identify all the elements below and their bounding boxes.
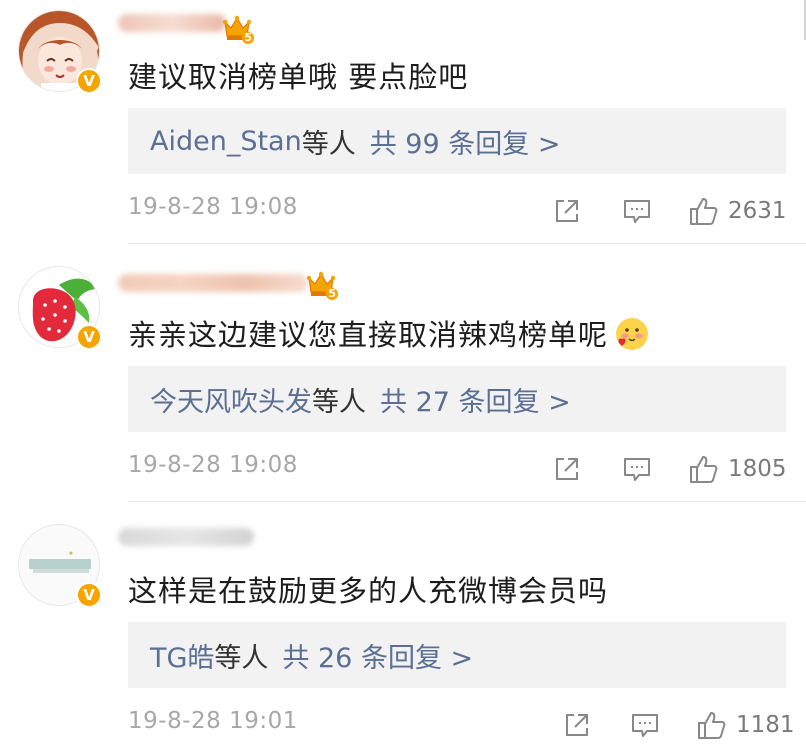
reply-count-link[interactable]: 共 26 条回复 >: [282, 636, 473, 675]
avatar[interactable]: V: [18, 524, 102, 608]
comment-date: 19-8-28 19:01: [128, 708, 298, 734]
divider: [128, 501, 806, 502]
crown-icon: 5: [222, 14, 254, 44]
comment-text: 建议取消榜单哦 要点脸吧: [128, 60, 469, 94]
thumbs-up-icon: [690, 456, 718, 483]
comment-button[interactable]: [622, 452, 652, 486]
verified-icon: V: [76, 582, 102, 608]
avatar[interactable]: V: [18, 10, 102, 94]
comment-meta: 19-8-28 19:01 1181: [128, 708, 795, 742]
reply-usernames[interactable]: TG皓: [150, 636, 214, 675]
comment-meta: 19-8-28 19:08 2631: [128, 194, 788, 228]
share-button[interactable]: [552, 452, 582, 486]
comment-button[interactable]: [622, 194, 652, 228]
share-button[interactable]: [562, 708, 592, 742]
reply-count-link[interactable]: 共 27 条回复 >: [380, 380, 571, 419]
like-count: 1805: [728, 456, 787, 482]
reply-etc-label: 等人: [214, 642, 269, 674]
thumbs-up-icon: [690, 198, 718, 225]
comment-icon: [624, 458, 650, 481]
username-redacted[interactable]: [118, 274, 308, 292]
divider: [128, 243, 806, 244]
replies-preview[interactable]: Aiden_Stan 等人 共 99 条回复 >: [128, 108, 786, 174]
share-icon: [566, 714, 588, 736]
comment-date: 19-8-28 19:08: [128, 194, 298, 220]
replies-preview[interactable]: 今天风吹头发 等人 共 27 条回复 >: [128, 366, 786, 432]
reply-etc-label: 等人: [301, 128, 356, 160]
share-button[interactable]: [552, 194, 582, 228]
like-button[interactable]: 1805: [688, 452, 787, 486]
like-button[interactable]: 1181: [696, 708, 795, 742]
verified-icon: V: [76, 324, 102, 350]
reply-usernames[interactable]: 今天风吹头发: [150, 380, 312, 419]
comment-meta: 19-8-28 19:08 1805: [128, 452, 788, 486]
username-redacted[interactable]: [118, 14, 226, 32]
share-icon: [556, 458, 578, 480]
thumbs-up-icon: [698, 712, 726, 739]
comment-button[interactable]: [630, 708, 660, 742]
reply-etc-label: 等人: [312, 386, 366, 418]
comment-text: 这样是在鼓励更多的人充微博会员吗: [128, 574, 609, 608]
comment-icon: [632, 714, 658, 737]
comment-icon: [624, 200, 650, 223]
replies-preview[interactable]: TG皓 等人 共 26 条回复 >: [128, 622, 786, 688]
comment-text-body: 亲亲这边建议您直接取消辣鸡榜单呢: [128, 318, 609, 352]
like-button[interactable]: 2631: [688, 194, 787, 228]
vip-level: 5: [242, 31, 254, 44]
crown-icon: 5: [306, 270, 338, 300]
avatar[interactable]: V: [18, 266, 102, 350]
comment-date: 19-8-28 19:08: [128, 452, 298, 478]
vip-level: 5: [326, 287, 338, 300]
reply-usernames[interactable]: Aiden_Stan: [150, 126, 302, 157]
like-count: 1181: [736, 712, 795, 738]
reply-count-link[interactable]: 共 99 条回复 >: [370, 122, 561, 161]
blush-heart-emoji-icon: [614, 316, 650, 359]
share-icon: [556, 200, 578, 222]
verified-icon: V: [76, 68, 102, 94]
username-redacted[interactable]: [118, 528, 254, 546]
comment-text: 亲亲这边建议您直接取消辣鸡榜单呢: [128, 312, 650, 359]
like-count: 2631: [728, 198, 787, 224]
